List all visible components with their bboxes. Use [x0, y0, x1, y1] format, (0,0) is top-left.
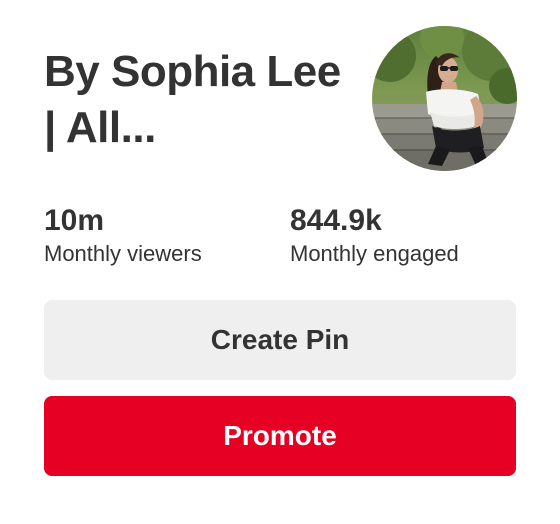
profile-card: By Sophia Lee | All... 10m Monthly viewe… [0, 0, 560, 524]
stat-label: Monthly viewers [44, 241, 202, 266]
stat-label: Monthly engaged [290, 241, 459, 266]
avatar[interactable] [372, 26, 517, 171]
promote-button[interactable]: Promote [44, 396, 516, 476]
profile-photo-icon [372, 26, 517, 171]
create-pin-button[interactable]: Create Pin [44, 300, 516, 380]
stat-monthly-viewers: 10m Monthly viewers [44, 203, 202, 269]
profile-name-line2: | All... [44, 103, 156, 152]
stat-monthly-engaged: 844.9k Monthly engaged [290, 203, 459, 269]
stat-value: 10m [44, 204, 105, 237]
profile-name-line1: By Sophia Lee [44, 47, 341, 96]
stat-value: 844.9k [290, 204, 382, 237]
profile-name[interactable]: By Sophia Lee | All... [44, 44, 374, 156]
